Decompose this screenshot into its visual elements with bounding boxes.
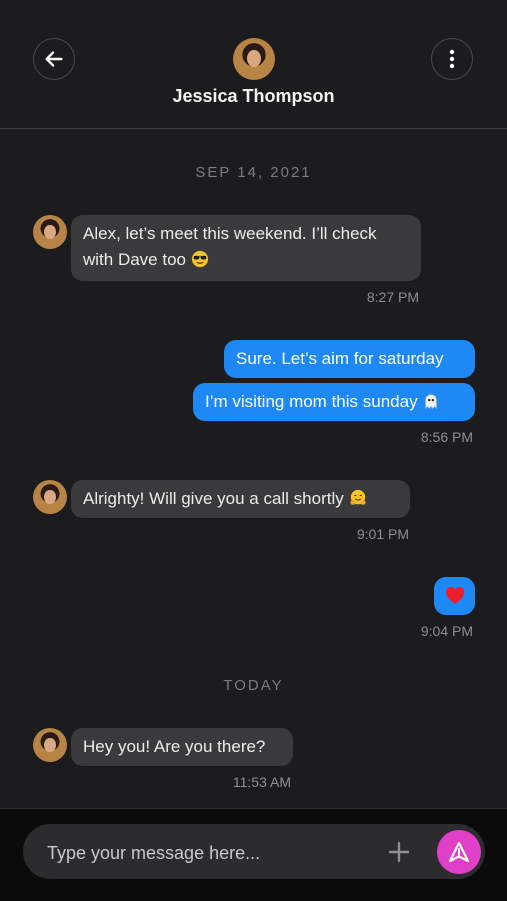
message-timestamp: 8:27 PM	[366, 289, 419, 305]
red-heart-emoji-icon	[445, 587, 464, 604]
sunglasses-emoji-icon	[191, 250, 208, 268]
message-timestamp: 9:04 PM	[420, 623, 473, 639]
message-input[interactable]	[45, 838, 369, 868]
arrow-left-icon	[45, 51, 63, 67]
message-text: Sure. Let’s aim for saturday	[236, 349, 444, 368]
more-vertical-icon	[449, 49, 455, 69]
incoming-message-bubble[interactable]: Alrighty! Will give you a call shortly	[71, 480, 410, 518]
outgoing-message-bubble[interactable]	[434, 577, 475, 615]
contact-name[interactable]: Jessica Thompson	[0, 86, 507, 107]
message-text: I’m visiting mom this sunday	[205, 392, 418, 411]
message-text: Alrighty! Will give you a call shortly	[83, 489, 344, 508]
sender-avatar	[33, 480, 67, 514]
incoming-message-bubble[interactable]: Hey you! Are you there?	[71, 728, 293, 766]
hugging-face-emoji-icon	[349, 489, 366, 505]
contact-avatar[interactable]	[233, 38, 275, 80]
send-button[interactable]	[437, 830, 481, 874]
message-timestamp: 9:01 PM	[356, 526, 409, 542]
date-separator: TODAY	[223, 677, 284, 694]
message-timestamp: 11:53 AM	[232, 774, 291, 790]
message-text: Alex, let’s meet this weekend. I’ll chec…	[83, 224, 377, 243]
date-separator: SEP 14, 2021	[195, 164, 312, 181]
sender-avatar	[33, 728, 67, 762]
message-text: Hey you! Are you there?	[83, 737, 266, 756]
sender-avatar	[33, 215, 67, 249]
add-attachment-button[interactable]	[385, 838, 413, 866]
plus-icon	[388, 841, 410, 863]
message-text-line2: with Dave too	[83, 247, 409, 273]
outgoing-message-bubble[interactable]: Sure. Let’s aim for saturday	[224, 340, 475, 378]
message-timestamp: 8:56 PM	[420, 429, 473, 445]
back-button[interactable]	[33, 38, 75, 80]
ghost-emoji-icon	[425, 394, 438, 410]
incoming-message-bubble[interactable]: Alex, let’s meet this weekend. I’ll chec…	[71, 215, 421, 281]
outgoing-message-bubble[interactable]: I’m visiting mom this sunday	[193, 383, 475, 421]
more-options-button[interactable]	[431, 38, 473, 80]
send-icon	[448, 841, 470, 863]
